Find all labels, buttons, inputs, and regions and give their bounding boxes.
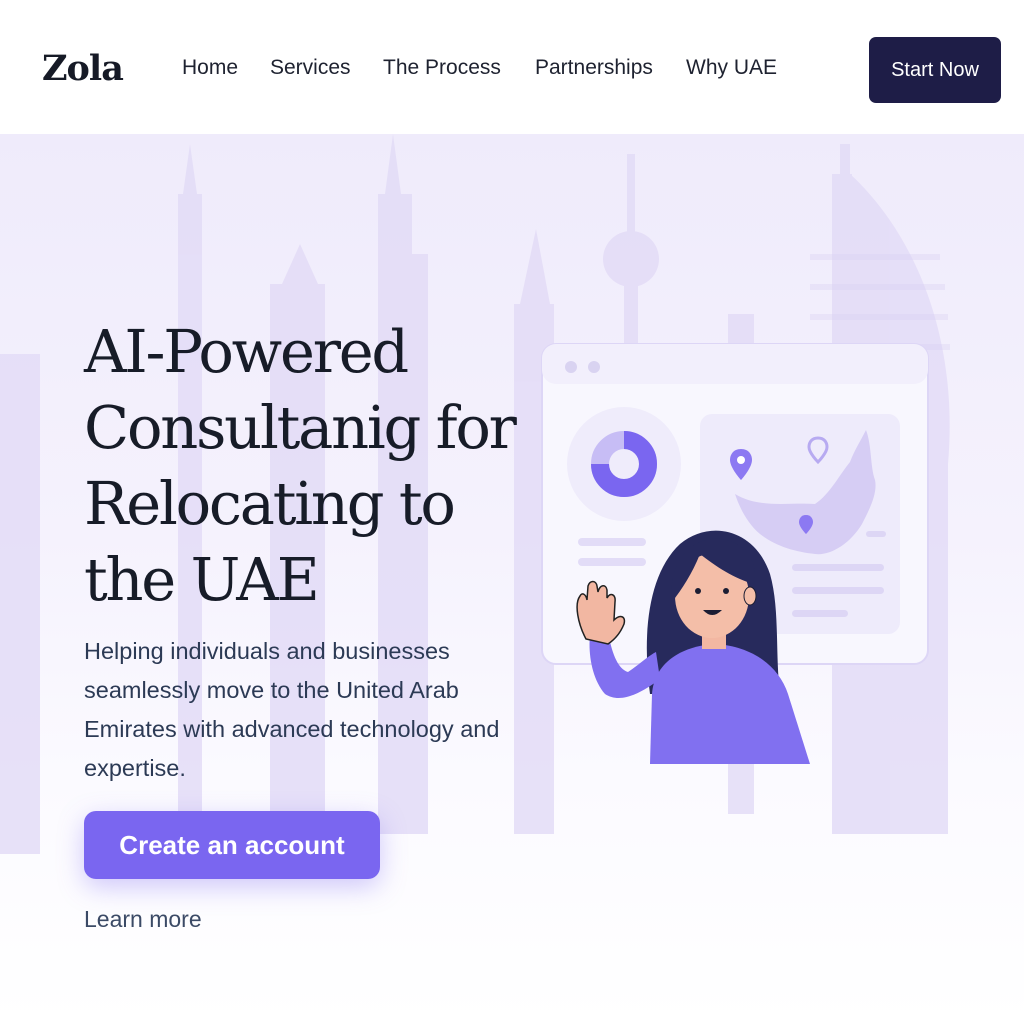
nav-services[interactable]: Services <box>270 56 351 80</box>
create-account-button[interactable]: Create an account <box>84 811 380 879</box>
nav-home[interactable]: Home <box>182 56 238 80</box>
headline-line-1: AI-Powered <box>84 317 409 386</box>
start-now-button[interactable]: Start Now <box>869 37 1001 103</box>
nav-the-process[interactable]: The Process <box>383 56 501 80</box>
relocation-dashboard-illustration <box>541 343 929 764</box>
nav-partnerships[interactable]: Partnerships <box>535 56 653 80</box>
donut-chart-icon <box>567 407 681 521</box>
hero-subtext: Helping individuals and businesses seaml… <box>84 638 500 781</box>
headline-line-4: the UAE <box>84 545 320 614</box>
learn-more-link[interactable]: Learn more <box>84 906 202 933</box>
nav-why-uae[interactable]: Why UAE <box>686 56 777 80</box>
hero-section: AI-Powered Consultanig for Relocating to… <box>0 134 1024 1024</box>
logo[interactable]: Zola <box>42 48 124 89</box>
hero-headline: AI-Powered Consultanig for Relocating to… <box>84 314 554 618</box>
site-header: Zola Home Services The Process Partnersh… <box>0 0 1024 134</box>
headline-line-3: Relocating to <box>84 469 456 538</box>
headline-line-2: Consultanig for <box>84 393 517 462</box>
